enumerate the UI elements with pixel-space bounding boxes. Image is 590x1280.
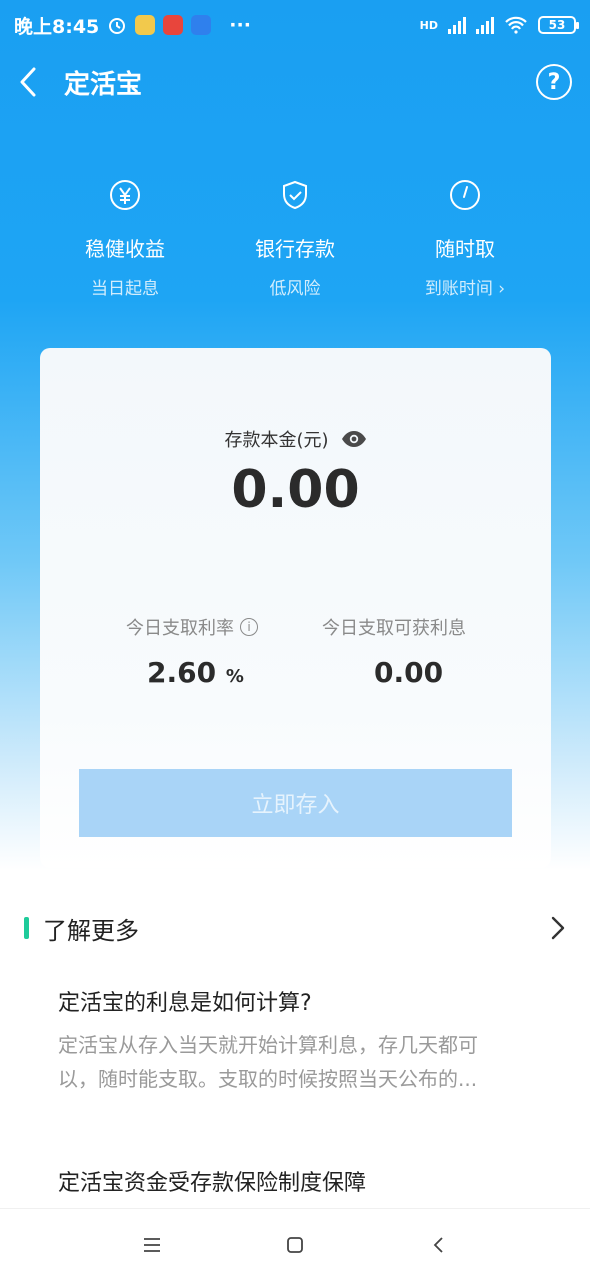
shield-check-icon xyxy=(275,175,315,215)
chevron-right-icon[interactable] xyxy=(550,915,566,941)
faq-answer: 定活宝从存入当天就开始计算利息，存几天都可 以，随时能支取。支取的时候按照当天公… xyxy=(58,1028,538,1096)
yuan-icon xyxy=(105,175,145,215)
faq-answer-line: 以，随时能支取。支取的时候按照当天公布的... xyxy=(58,1067,478,1091)
menu-button[interactable] xyxy=(81,1237,224,1253)
faq-question[interactable]: 定活宝的利息是如何计算? xyxy=(58,985,312,1017)
interest-label-text: 今日支取可获利息 xyxy=(322,618,466,639)
rate-label: 今日支取利率 xyxy=(126,618,234,639)
rate-label-row: 今日支取利率 i xyxy=(126,614,258,640)
back-nav-icon xyxy=(433,1236,443,1253)
back-button[interactable] xyxy=(367,1236,510,1254)
interest-label: 今日支取可获利息 xyxy=(322,614,466,640)
eye-icon[interactable] xyxy=(341,430,367,448)
learn-more-title: 了解更多 xyxy=(43,916,139,945)
cloud-app-icon xyxy=(191,15,212,35)
menu-icon xyxy=(144,1237,160,1252)
deposit-card: 存款本金(元) 0.00 今日支取利率 i 2.60 % 今日支取可获利息 0.… xyxy=(40,348,551,868)
home-button[interactable] xyxy=(224,1236,367,1254)
rate-unit: % xyxy=(225,666,244,687)
clock-icon xyxy=(445,175,485,215)
status-time: 晚上8:45 xyxy=(14,15,100,38)
news-app-icon xyxy=(163,15,184,35)
faq-answer-line: 定活宝从存入当天就开始计算利息，存几天都可 xyxy=(58,1033,478,1057)
more-notifications-icon: ··· xyxy=(229,14,251,36)
status-bar: 晚上8:45 ··· HD 53 xyxy=(0,0,590,50)
signal-icon-2 xyxy=(476,16,494,34)
feature-sub: 低风险 xyxy=(269,279,321,299)
home-icon xyxy=(287,1236,303,1253)
network-type: HD xyxy=(419,18,438,32)
feature-sub: 当日起息 xyxy=(91,279,159,299)
feature-withdraw-anytime[interactable]: 随时取 到账时间 › xyxy=(340,175,590,299)
interest-value: 0.00 xyxy=(374,656,444,689)
info-icon[interactable]: i xyxy=(240,618,258,636)
back-icon[interactable] xyxy=(18,66,38,98)
wifi-icon xyxy=(505,16,527,34)
deposit-now-button[interactable]: 立即存入 xyxy=(79,769,512,837)
faq-question[interactable]: 定活宝资金受存款保险制度保障 xyxy=(58,1165,366,1197)
principal-label: 存款本金(元) xyxy=(224,430,329,451)
feature-bank-deposit: 银行存款 低风险 xyxy=(250,175,340,299)
top-nav: 定活宝 ? xyxy=(0,50,590,114)
help-icon[interactable]: ? xyxy=(536,64,572,100)
feature-title: 随时取 xyxy=(435,237,495,261)
signal-icon xyxy=(448,16,466,34)
principal-label-row: 存款本金(元) xyxy=(40,426,551,452)
page-title: 定活宝 xyxy=(64,69,143,100)
principal-value: 0.00 xyxy=(231,460,360,520)
battery-icon: 53 xyxy=(538,16,579,34)
rate-value: 2.60 xyxy=(147,656,217,689)
feature-stable-income: 稳健收益 当日起息 xyxy=(0,175,250,299)
learn-more-header[interactable]: 了解更多 xyxy=(24,906,566,950)
feature-title: 稳健收益 xyxy=(85,237,165,261)
accent-bar xyxy=(24,917,29,939)
arrival-time-link[interactable]: 到账时间 › xyxy=(425,274,505,299)
battery-level: 53 xyxy=(548,18,566,32)
alarm-icon xyxy=(109,18,126,34)
feature-row: 稳健收益 当日起息 银行存款 低风险 随时取 到账时间 › xyxy=(0,175,590,299)
feature-title: 银行存款 xyxy=(255,237,335,261)
app-notification-icon xyxy=(135,15,156,35)
rate-value-row: 2.60 % xyxy=(147,656,244,689)
system-nav-bar xyxy=(0,1208,590,1280)
